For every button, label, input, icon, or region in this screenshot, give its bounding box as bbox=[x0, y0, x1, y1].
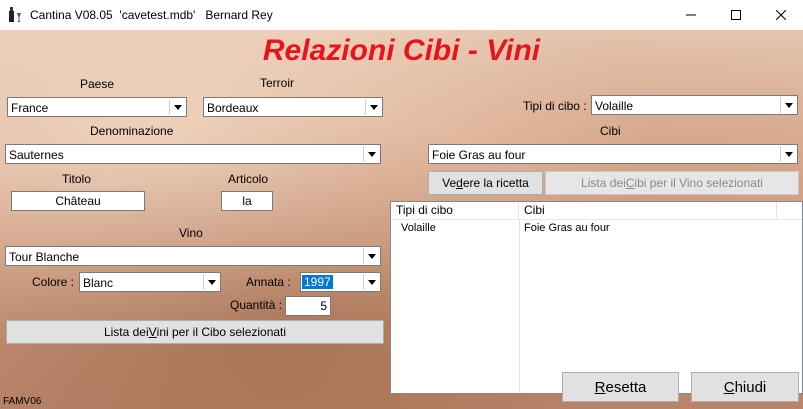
paese-value: France bbox=[11, 101, 49, 115]
page-title: Relazioni Cibi - Vini bbox=[262, 34, 541, 67]
cibi-value: Foie Gras au four bbox=[432, 148, 526, 162]
cibi-label: Cibi bbox=[600, 124, 621, 138]
wine-bottle-icon bbox=[9, 7, 21, 22]
window-title: Cantina V08.05 'cavetest.mdb' Bernard Re… bbox=[30, 8, 273, 22]
resetta-label-rest: esetta bbox=[605, 378, 647, 396]
articolo-field[interactable]: la bbox=[221, 191, 273, 211]
chevron-down-icon[interactable] bbox=[363, 248, 379, 264]
column-divider bbox=[519, 220, 520, 393]
tipi-cibo-select[interactable]: Volaille bbox=[591, 95, 798, 115]
resetta-label-key: R bbox=[594, 378, 606, 396]
denominazione-value: Sauternes bbox=[9, 148, 64, 162]
terroir-select[interactable]: Bordeaux bbox=[203, 97, 383, 117]
colore-label: Colore : bbox=[32, 275, 75, 289]
annata-select[interactable]: 1997 bbox=[300, 272, 381, 292]
lista-vini-label-key: V bbox=[148, 325, 157, 339]
close-icon bbox=[775, 10, 786, 20]
form-code: FAMV06 bbox=[3, 396, 42, 407]
denominazione-label: Denominazione bbox=[90, 124, 174, 138]
chevron-down-icon[interactable] bbox=[363, 146, 379, 162]
paese-select[interactable]: France bbox=[7, 97, 187, 117]
column-header-cibi[interactable]: Cibi bbox=[519, 202, 777, 219]
chevron-down-icon[interactable] bbox=[363, 274, 379, 290]
resetta-button[interactable]: Resetta bbox=[562, 372, 679, 402]
lista-vini-label-pre: Lista dei bbox=[103, 325, 149, 339]
chevron-down-icon[interactable] bbox=[203, 274, 219, 290]
quantita-label: Quantità : bbox=[230, 298, 283, 312]
annata-label: Annata : bbox=[246, 275, 291, 289]
denominazione-select[interactable]: Sauternes bbox=[5, 144, 381, 164]
title-bar: Cantina V08.05 'cavetest.mdb' Bernard Re… bbox=[0, 0, 803, 30]
vedere-label-post: ere la ricetta bbox=[462, 176, 529, 190]
maximize-button[interactable] bbox=[713, 0, 758, 30]
lista-cibi-label-pre: Lista dei bbox=[581, 176, 626, 190]
chevron-down-icon[interactable] bbox=[780, 97, 796, 113]
titolo-field[interactable]: Château bbox=[11, 191, 145, 211]
quantita-field[interactable]: 5 bbox=[285, 296, 331, 316]
app-window: Cantina V08.05 'cavetest.mdb' Bernard Re… bbox=[0, 0, 803, 409]
articolo-label: Articolo bbox=[228, 172, 269, 186]
colore-value: Blanc bbox=[83, 276, 114, 290]
column-header-tipi[interactable]: Tipi di cibo bbox=[391, 202, 519, 219]
form-area: Relazioni Cibi - Vini Paese France Terro… bbox=[0, 30, 803, 409]
terroir-value: Bordeaux bbox=[207, 101, 259, 115]
chiudi-label-rest: hiudi bbox=[734, 378, 767, 396]
lista-vini-button[interactable]: Lista dei Vini per il Cibo selezionati bbox=[6, 320, 384, 344]
table-header: Tipi di cibo Cibi bbox=[391, 202, 802, 220]
lista-cibi-label-post: ibi per il Vino selezionati bbox=[634, 176, 763, 190]
chiudi-button[interactable]: Chiudi bbox=[691, 372, 799, 402]
close-button[interactable] bbox=[758, 0, 803, 30]
table-row[interactable]: Volaille Foie Gras au four bbox=[391, 220, 777, 236]
titolo-label: Titolo bbox=[62, 172, 91, 186]
row-tipo-cell: Volaille bbox=[401, 222, 436, 234]
row-cibo-cell: Foie Gras au four bbox=[524, 222, 610, 234]
annata-value: 1997 bbox=[302, 275, 333, 289]
vino-value: Tour Blanche bbox=[9, 250, 80, 264]
minimize-button[interactable] bbox=[668, 0, 713, 30]
vedere-ricetta-button[interactable]: Ve d ere la ricetta bbox=[428, 171, 543, 195]
lista-cibi-label-key: C bbox=[625, 176, 635, 190]
lista-cibi-button[interactable]: Lista dei Cibi per il Vino selezionati bbox=[545, 171, 799, 195]
tipi-cibo-value: Volaille bbox=[595, 99, 634, 113]
maximize-icon bbox=[730, 10, 741, 20]
vino-label: Vino bbox=[179, 226, 203, 240]
colore-select[interactable]: Blanc bbox=[79, 272, 221, 292]
chiudi-label-key: C bbox=[723, 378, 735, 396]
cibi-select[interactable]: Foie Gras au four bbox=[428, 144, 798, 164]
chevron-down-icon[interactable] bbox=[365, 99, 381, 115]
vedere-label-key: d bbox=[456, 176, 463, 190]
chevron-down-icon[interactable] bbox=[780, 146, 796, 162]
vino-select[interactable]: Tour Blanche bbox=[5, 246, 381, 266]
chevron-down-icon[interactable] bbox=[169, 99, 185, 115]
vedere-label-pre: Ve bbox=[442, 176, 457, 190]
minimize-icon bbox=[685, 14, 696, 16]
relazioni-table[interactable]: Tipi di cibo Cibi Volaille Foie Gras au … bbox=[390, 201, 803, 394]
terroir-label: Terroir bbox=[260, 76, 295, 90]
lista-vini-label-post: ini per il Cibo selezionati bbox=[156, 325, 287, 339]
tipi-cibo-label: Tipi di cibo : bbox=[523, 99, 587, 113]
paese-label: Paese bbox=[80, 77, 115, 91]
